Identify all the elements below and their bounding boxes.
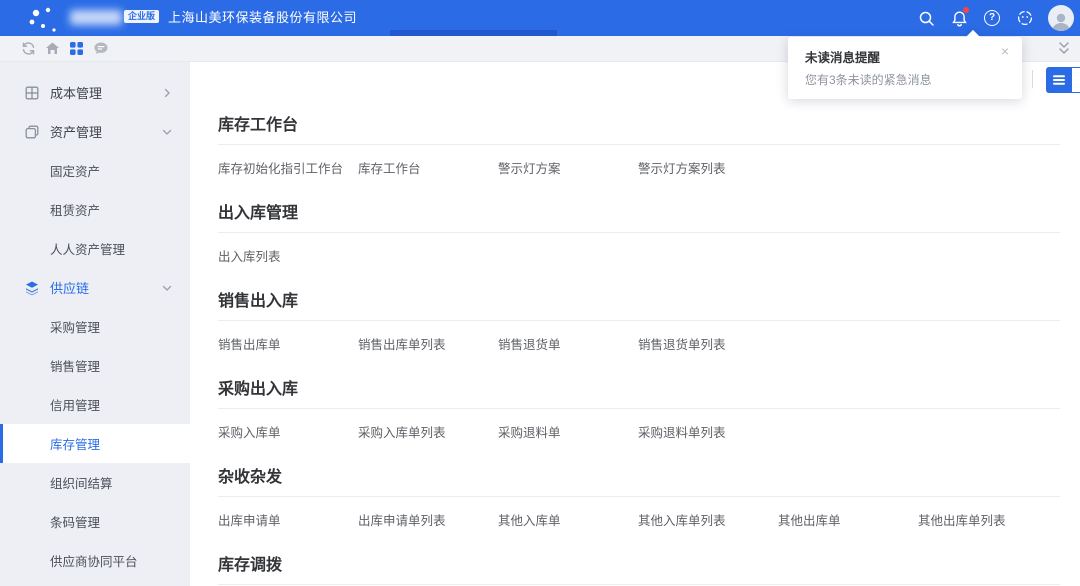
top-navbar: 企业版 上海山美环保装备股份有限公司 ? [0,0,1080,36]
apps-grid-icon[interactable] [68,40,85,57]
section-title: 库存工作台 [218,116,1060,135]
section-title: 出入库管理 [218,204,1060,223]
menu-link[interactable]: 其他入库单列表 [638,513,778,529]
help-icon[interactable]: ? [982,8,1002,28]
card-view-button[interactable] [1072,67,1080,93]
section-title: 采购出入库 [218,380,1060,399]
section-misc-receipt-issue: 杂收杂发 出库申请单 出库申请单列表 其他入库单 其他入库单列表 其他出库单 其… [218,468,1060,529]
sidebar-nav: 成本管理 资产管理 固定资产 租赁资产 人人资产管理 [0,62,190,586]
section-title: 杂收杂发 [218,468,1060,487]
user-avatar[interactable] [1048,5,1074,31]
app-logo-icon [26,3,70,33]
section-in-out-management: 出入库管理 出入库列表 [218,204,1060,265]
menu-link[interactable]: 销售出库单 [218,337,358,353]
chat-icon[interactable] [92,40,109,57]
menu-link[interactable]: 其他出库单列表 [918,513,1058,529]
view-mode-toggle [1046,67,1080,93]
sidebar-item-inventory-management[interactable]: 库存管理 [0,424,190,463]
section-title: 销售出入库 [218,292,1060,311]
section-divider [218,144,1060,145]
supply-chain-layers-icon [24,280,40,296]
section-divider [218,320,1060,321]
menu-link[interactable]: 其他入库单 [498,513,638,529]
chevron-down-icon [162,283,172,293]
section-inventory-workbench: 库存工作台 库存初始化指引工作台 库存工作台 警示灯方案 警示灯方案列表 [218,116,1060,177]
unread-badge-dot [963,7,969,13]
section-inventory-transfer: 库存调拨 [218,556,1060,585]
header-accent-strip [390,30,557,36]
chevron-right-icon [162,88,172,98]
menu-link[interactable]: 采购入库单 [218,425,358,441]
notifications-bell-icon[interactable] [949,8,969,28]
notification-title: 未读消息提醒 [805,47,880,66]
sidebar-item-lease-assets[interactable]: 租赁资产 [0,190,190,229]
menu-link[interactable]: 销售退货单列表 [638,337,778,353]
sidebar-item-supply-chain[interactable]: 供应链 [0,268,190,307]
notification-popup: 未读消息提醒 × 您有3条未读的紧急消息 [788,37,1022,99]
menu-link[interactable]: 采购入库单列表 [358,425,498,441]
feedback-smiley-icon[interactable] [1015,8,1035,28]
collapse-double-chevron-icon[interactable] [1056,40,1072,62]
asset-management-icon [24,124,40,140]
edition-badge: 企业版 [124,10,159,23]
app-logo-blurred-text [70,10,122,25]
list-view-button[interactable] [1046,67,1072,93]
cost-management-icon [24,85,40,101]
sidebar-item-asset-management[interactable]: 资产管理 [0,112,190,151]
main-content: 库存工作台 库存初始化指引工作台 库存工作台 警示灯方案 警示灯方案列表 出入库… [190,62,1080,586]
section-divider [218,408,1060,409]
section-divider [218,496,1060,497]
sidebar-item-barcode-management[interactable]: 条码管理 [0,502,190,541]
section-title: 库存调拨 [218,556,1060,575]
menu-link[interactable]: 出库申请单列表 [358,513,498,529]
menu-link[interactable]: 库存工作台 [358,161,498,177]
sidebar-item-purchase-management[interactable]: 采购管理 [0,307,190,346]
section-purchase-in-out: 采购出入库 采购入库单 采购入库单列表 采购退料单 采购退料单列表 [218,380,1060,441]
section-sales-in-out: 销售出入库 销售出库单 销售出库单列表 销售退货单 销售退货单列表 [218,292,1060,353]
sidebar-item-credit-management[interactable]: 信用管理 [0,385,190,424]
sidebar-item-cost-management[interactable]: 成本管理 [0,73,190,112]
menu-link[interactable]: 警示灯方案 [498,161,638,177]
toolbar-separator [1032,70,1033,88]
sidebar-item-everyone-asset-management[interactable]: 人人资产管理 [0,229,190,268]
menu-link[interactable]: 出库申请单 [218,513,358,529]
search-icon[interactable] [916,8,936,28]
sidebar-item-fixed-assets[interactable]: 固定资产 [0,151,190,190]
company-name: 上海山美环保装备股份有限公司 [168,0,357,36]
menu-link[interactable]: 采购退料单列表 [638,425,778,441]
app-window: 企业版 上海山美环保装备股份有限公司 ? [0,0,1080,586]
menu-link[interactable]: 其他出库单 [778,513,918,529]
sidebar-item-inter-org-settlement[interactable]: 组织间结算 [0,463,190,502]
menu-link[interactable]: 库存初始化指引工作台 [218,161,358,177]
sidebar-item-sales-management[interactable]: 销售管理 [0,346,190,385]
section-divider [218,584,1060,585]
menu-link[interactable]: 销售退货单 [498,337,638,353]
chevron-down-icon [162,127,172,137]
section-divider [218,232,1060,233]
close-icon[interactable]: × [1001,44,1009,58]
menu-link[interactable]: 采购退料单 [498,425,638,441]
notification-message: 您有3条未读的紧急消息 [805,71,932,88]
menu-link[interactable]: 警示灯方案列表 [638,161,778,177]
topbar-actions: ? [916,0,1074,36]
sync-icon[interactable] [20,40,37,57]
menu-link[interactable]: 销售出库单列表 [358,337,498,353]
home-icon[interactable] [44,40,61,57]
sidebar-item-supplier-collaboration-platform[interactable]: 供应商协同平台 [0,541,190,580]
menu-link[interactable]: 出入库列表 [218,249,358,265]
